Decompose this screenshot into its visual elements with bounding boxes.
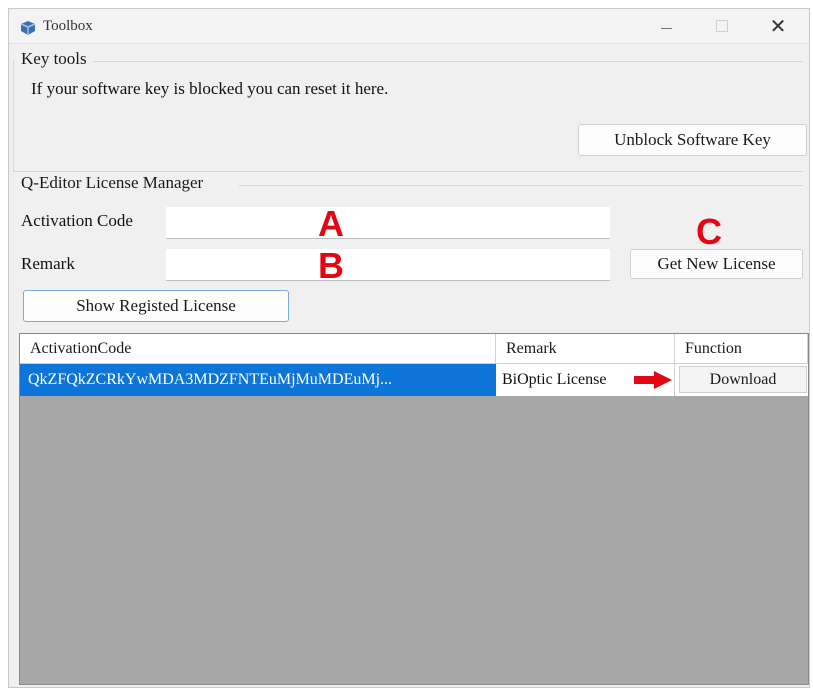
license-table-header: ActivationCode Remark Function: [20, 334, 808, 364]
title-bar[interactable]: Toolbox ✕: [9, 9, 809, 44]
activation-code-input[interactable]: [166, 207, 610, 239]
table-row[interactable]: QkZFQkZCRkYwMDA3MDZFNTEuMjMuMDEuMj... Bi…: [20, 364, 808, 396]
minimize-icon: [660, 27, 672, 29]
license-table[interactable]: ActivationCode Remark Function QkZFQkZCR…: [19, 333, 809, 685]
column-header-remark[interactable]: Remark: [496, 334, 675, 364]
app-logo-icon: [20, 21, 36, 35]
annotation-marker-a: A: [318, 203, 344, 244]
annotation-marker-b: B: [318, 245, 344, 286]
unblock-software-key-button[interactable]: Unblock Software Key: [578, 124, 807, 156]
toolbox-window: Toolbox ✕ Key tools If your software key…: [8, 8, 810, 688]
key-tools-group-border: [13, 61, 14, 171]
get-new-license-button[interactable]: Get New License: [630, 249, 803, 279]
column-header-activation-code[interactable]: ActivationCode: [20, 334, 496, 364]
close-icon: ✕: [769, 14, 787, 38]
remark-cell[interactable]: BiOptic License: [496, 364, 675, 396]
key-tools-group-divider: [93, 61, 803, 62]
annotation-marker-c: C: [696, 211, 722, 252]
key-tools-description: If your software key is blocked you can …: [31, 79, 389, 98]
activation-code-label: Activation Code: [21, 211, 133, 230]
download-button[interactable]: Download: [679, 366, 807, 393]
license-manager-separator: [13, 171, 803, 172]
license-manager-group-divider: [239, 185, 803, 186]
remark-input[interactable]: [166, 249, 610, 281]
license-manager-group-label: Q-Editor License Manager: [21, 173, 204, 192]
close-button[interactable]: ✕: [755, 9, 801, 43]
column-header-function[interactable]: Function: [675, 334, 808, 364]
minimize-button[interactable]: [643, 9, 689, 43]
maximize-button[interactable]: [699, 9, 745, 43]
show-registered-license-button[interactable]: Show Registed License: [23, 290, 289, 322]
function-cell: Download: [675, 364, 808, 396]
remark-cell-text: BiOptic License: [502, 371, 607, 388]
key-tools-group-label: Key tools: [21, 49, 87, 68]
activation-code-cell[interactable]: QkZFQkZCRkYwMDA3MDZFNTEuMjMuMDEuMj...: [20, 364, 496, 396]
maximize-icon: [716, 20, 728, 32]
red-arrow-icon: [634, 371, 672, 389]
window-title: Toolbox: [43, 18, 93, 34]
remark-label: Remark: [21, 254, 75, 273]
